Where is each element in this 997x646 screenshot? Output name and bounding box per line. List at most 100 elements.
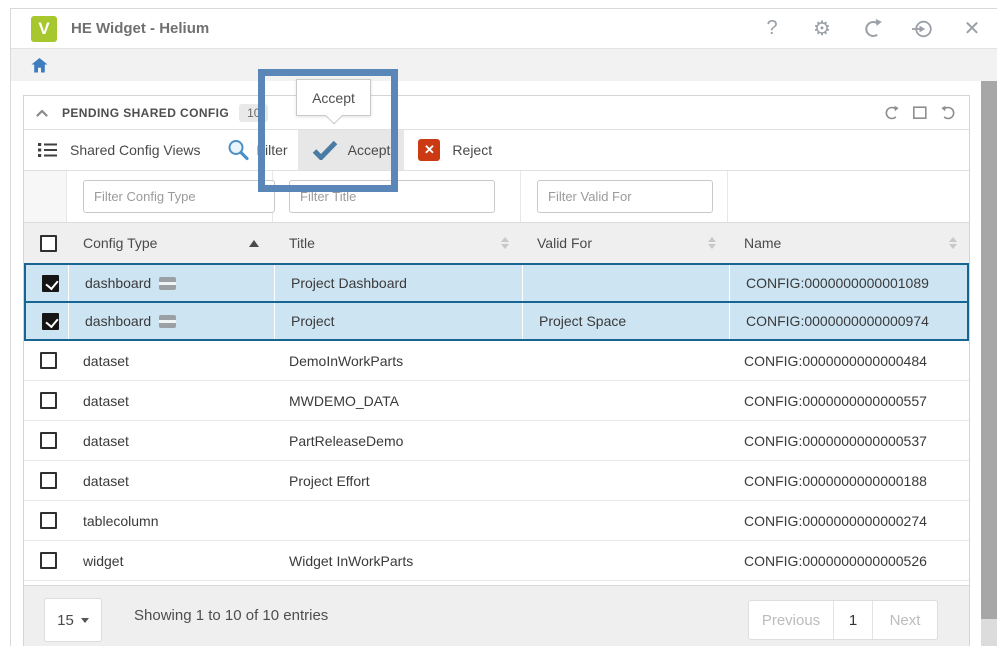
row-checkbox[interactable] <box>40 392 57 409</box>
list-icon[interactable] <box>38 142 58 158</box>
row-checkbox[interactable] <box>40 352 57 369</box>
pagination: Previous 1 Next <box>748 600 938 640</box>
config-type-value: dataset <box>83 473 129 489</box>
reject-button[interactable]: ✕ Reject <box>418 139 492 161</box>
config-type-value: dataset <box>83 433 129 449</box>
config-type-value: dataset <box>83 393 129 409</box>
config-type-value: tablecolumn <box>83 513 159 529</box>
dashboard-icon <box>159 277 176 290</box>
page-size-dropdown[interactable]: 15 <box>44 598 102 642</box>
collapse-chevron-icon[interactable] <box>36 109 48 117</box>
reject-button-label: Reject <box>452 142 492 158</box>
sign-in-icon[interactable] <box>911 18 933 40</box>
filter-button[interactable]: Filter <box>256 142 287 158</box>
column-label: Name <box>744 235 781 251</box>
column-header-valid-for[interactable]: Valid For <box>521 223 728 263</box>
scrollbar-thumb[interactable] <box>981 81 997 619</box>
row-checkbox[interactable] <box>42 313 59 330</box>
title-value: PartReleaseDemo <box>289 433 403 449</box>
sort-icon <box>949 237 957 249</box>
row-checkbox[interactable] <box>40 552 57 569</box>
app-window: V HE Widget - Helium ? ⚙ ✕ <box>10 8 997 646</box>
title-value: Project Effort <box>289 473 370 489</box>
maximize-icon[interactable] <box>912 105 928 121</box>
table-row[interactable]: tablecolumn CONFIG:0000000000000274 <box>24 501 969 541</box>
sort-ascending-icon <box>249 240 259 247</box>
table-row[interactable]: dataset Project Effort CONFIG:0000000000… <box>24 461 969 501</box>
config-type-value: dataset <box>83 353 129 369</box>
titlebar-actions: ? ⚙ ✕ <box>761 18 983 40</box>
name-value: CONFIG:0000000000000557 <box>744 393 927 409</box>
table-row[interactable]: widget Widget InWorkParts CONFIG:0000000… <box>24 541 969 581</box>
title-value: Project Dashboard <box>291 275 407 291</box>
name-value: CONFIG:0000000000000537 <box>744 433 927 449</box>
current-page-button[interactable]: 1 <box>833 601 873 639</box>
sync-icon[interactable] <box>883 105 899 121</box>
table-row[interactable]: dataset MWDEMO_DATA CONFIG:0000000000000… <box>24 381 969 421</box>
filter-cell-title <box>273 171 521 222</box>
row-checkbox[interactable] <box>40 472 57 489</box>
config-type-value: widget <box>83 553 123 569</box>
column-label: Config Type <box>83 235 157 251</box>
column-header-title[interactable]: Title <box>273 223 521 263</box>
filter-cell-name <box>728 171 969 222</box>
accept-tooltip-label: Accept <box>312 90 355 106</box>
filter-row <box>24 171 969 223</box>
sort-icon <box>501 237 509 249</box>
row-checkbox[interactable] <box>40 432 57 449</box>
previous-page-button[interactable]: Previous <box>749 601 833 639</box>
select-all-checkbox[interactable] <box>40 235 57 252</box>
table-row[interactable]: dataset DemoInWorkParts CONFIG:000000000… <box>24 341 969 381</box>
panel-toolbar: Shared Config Views Filter Accept ✕ Reje… <box>24 130 969 171</box>
panel-header-actions <box>883 105 957 121</box>
name-value: CONFIG:0000000000000188 <box>744 473 927 489</box>
accept-button[interactable]: Accept <box>298 130 405 170</box>
filter-cell-config-type <box>67 171 273 222</box>
pending-shared-config-panel: PENDING SHARED CONFIG 10 <box>23 95 970 646</box>
table-header: Config Type Title Valid For Name <box>24 223 969 263</box>
count-badge: 10 <box>239 104 268 122</box>
filter-cell-empty <box>24 171 67 222</box>
select-all-cell <box>24 223 67 263</box>
filter-valid-for-input[interactable] <box>537 180 713 213</box>
undo-icon[interactable] <box>941 105 957 121</box>
entries-summary: Showing 1 to 10 of 10 entries <box>134 607 328 624</box>
refresh-icon[interactable] <box>861 18 883 40</box>
table-row[interactable]: dashboard Project Dashboard CONFIG:00000… <box>24 263 969 303</box>
config-type-value: dashboard <box>85 275 151 291</box>
name-value: CONFIG:0000000000000974 <box>746 313 929 329</box>
filter-magnifier-icon[interactable] <box>226 138 250 162</box>
column-label: Valid For <box>537 235 592 251</box>
accept-button-label: Accept <box>348 142 391 158</box>
settings-gear-icon[interactable]: ⚙ <box>811 18 833 40</box>
row-checkbox[interactable] <box>42 275 59 292</box>
column-header-config-type[interactable]: Config Type <box>67 223 273 263</box>
accept-check-icon <box>312 140 338 160</box>
dashboard-icon <box>159 315 176 328</box>
table-row[interactable]: dataset PartReleaseDemo CONFIG:000000000… <box>24 421 969 461</box>
filter-cell-valid-for <box>521 171 728 222</box>
name-value: CONFIG:0000000000001089 <box>746 275 929 291</box>
filter-title-input[interactable] <box>289 180 495 213</box>
row-checkbox[interactable] <box>40 512 57 529</box>
sort-icon <box>708 237 716 249</box>
content-area: PENDING SHARED CONFIG 10 <box>11 81 997 646</box>
home-icon[interactable] <box>31 58 48 73</box>
title-value: MWDEMO_DATA <box>289 393 399 409</box>
table-footer: 15 Showing 1 to 10 of 10 entries Previou… <box>24 585 969 646</box>
next-page-button[interactable]: Next <box>873 601 937 639</box>
close-icon[interactable]: ✕ <box>961 18 983 40</box>
help-icon[interactable]: ? <box>761 18 783 40</box>
app-logo: V <box>31 16 57 42</box>
title-value: DemoInWorkParts <box>289 353 403 369</box>
name-value: CONFIG:0000000000000484 <box>744 353 927 369</box>
column-header-name[interactable]: Name <box>728 223 969 263</box>
breadcrumb-bar <box>11 49 997 81</box>
chevron-down-icon <box>81 618 89 623</box>
table-row[interactable]: dashboard Project Project Space CONFIG:0… <box>24 303 969 341</box>
filter-config-type-input[interactable] <box>83 180 275 213</box>
shared-config-views-button[interactable]: Shared Config Views <box>70 142 200 158</box>
screen: V HE Widget - Helium ? ⚙ ✕ <box>0 0 997 646</box>
vertical-scrollbar[interactable] <box>981 81 997 646</box>
table-body: dashboard Project Dashboard CONFIG:00000… <box>24 263 969 581</box>
